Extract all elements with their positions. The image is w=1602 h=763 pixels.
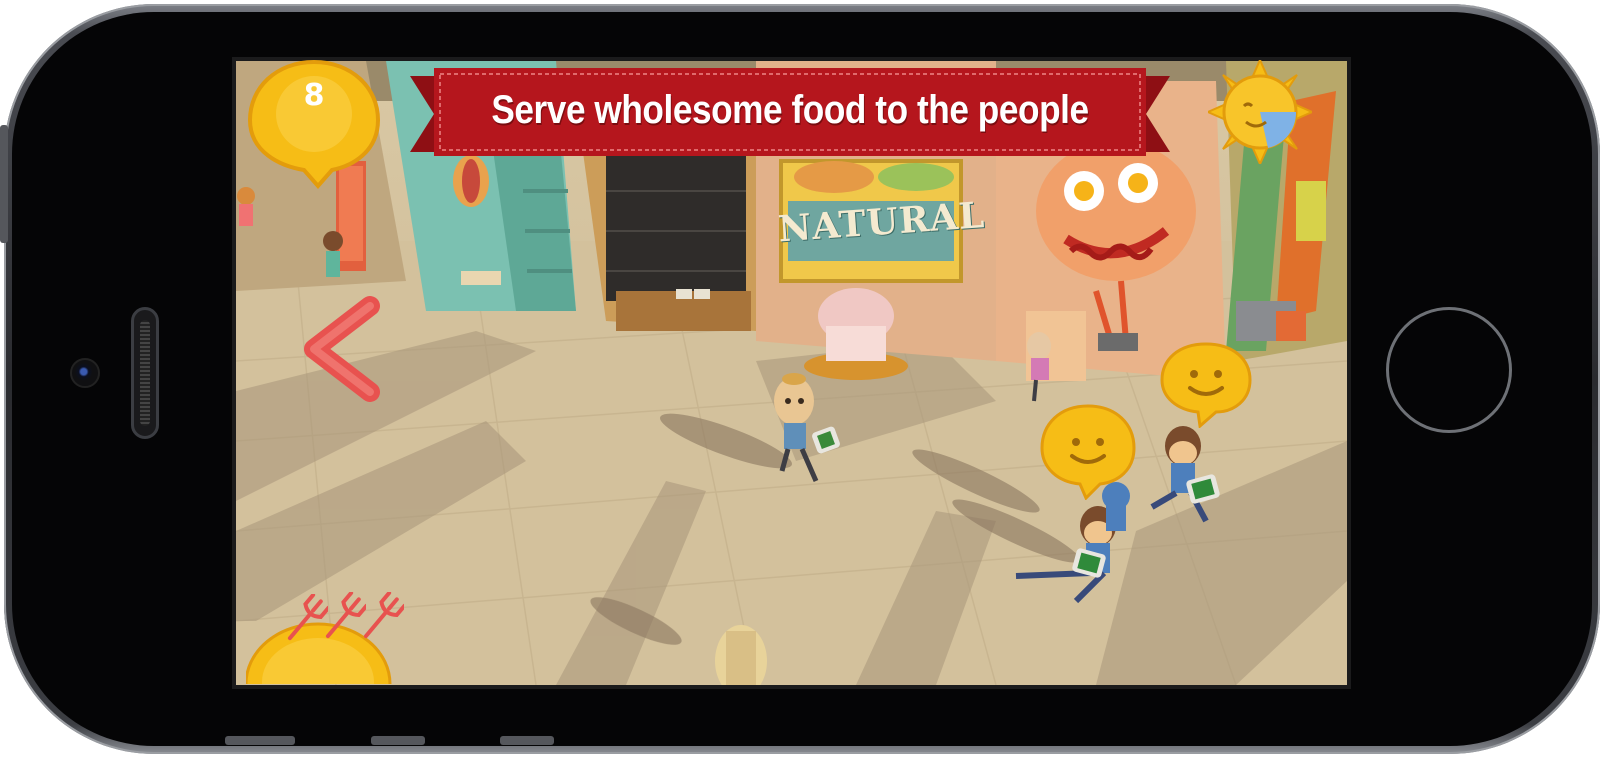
score-value: 8 (303, 78, 325, 113)
volume-down-button (371, 736, 425, 745)
earpiece-speaker (131, 307, 159, 439)
happy-face-icon (1040, 404, 1136, 500)
happy-face-icon (1160, 342, 1252, 428)
objective-text: Serve wholesome food to the people (491, 88, 1089, 132)
mute-switch (500, 736, 554, 745)
front-camera-icon (70, 358, 100, 388)
home-button[interactable] (1386, 307, 1512, 433)
volume-up-button (225, 736, 295, 745)
sun-clock-icon[interactable] (1208, 60, 1312, 164)
power-button (0, 125, 8, 243)
fork-icon (363, 592, 404, 639)
back-arrow-button[interactable] (296, 296, 386, 402)
